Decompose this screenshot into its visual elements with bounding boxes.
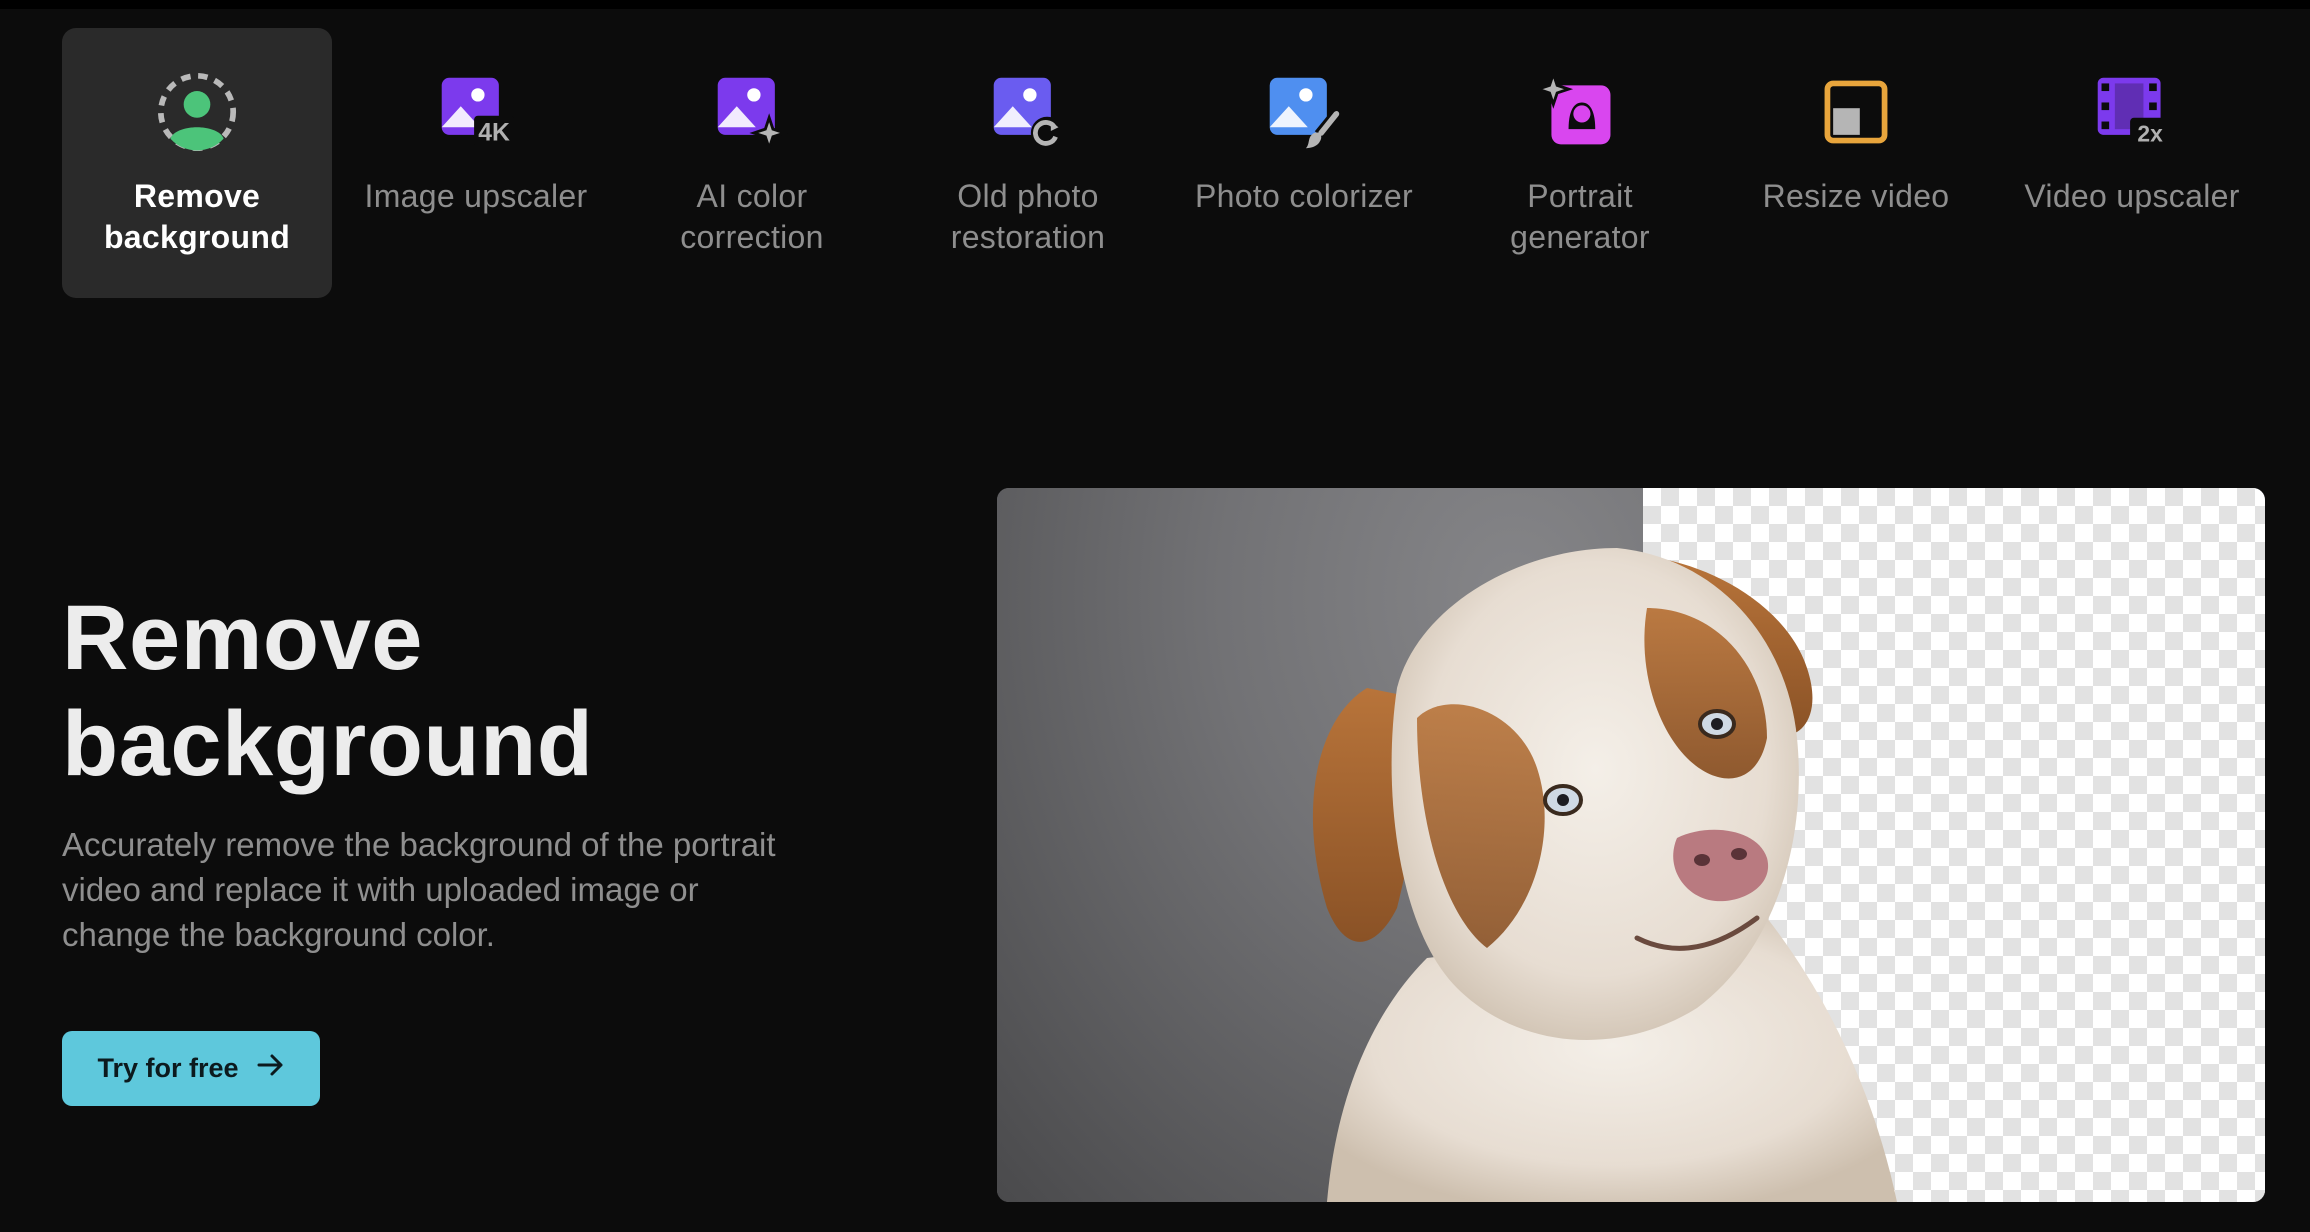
- tab-label: Old photo restoration: [950, 178, 1106, 255]
- try-for-free-button[interactable]: Try for free: [62, 1031, 320, 1106]
- tab-old-photo-restoration[interactable]: Old photo restoration: [890, 28, 1166, 298]
- tool-tabs: Remove background 4K Image upscaler AI c…: [62, 28, 2270, 298]
- tab-label: Remove background: [103, 178, 291, 255]
- hero-description: Accurately remove the background of the …: [62, 826, 776, 953]
- image-upscaler-4k-icon: 4K: [436, 72, 516, 152]
- tab-label: Resize video: [1762, 178, 1950, 214]
- remove-background-icon: [157, 72, 237, 152]
- old-photo-restoration-icon: [988, 72, 1068, 152]
- tab-ai-color-correction[interactable]: AI color correction: [614, 28, 890, 298]
- tab-remove-background[interactable]: Remove background: [62, 28, 332, 298]
- page-title: Remove background: [62, 587, 594, 795]
- before-after-preview: [997, 488, 2265, 1202]
- tab-resize-video[interactable]: Resize video: [1718, 28, 1994, 298]
- tab-label: AI color correction: [680, 178, 824, 255]
- cta-label: Try for free: [97, 1053, 239, 1083]
- arrow-right-icon: [257, 1053, 285, 1084]
- svg-text:4K: 4K: [478, 120, 510, 147]
- video-upscaler-2x-icon: 2x: [2092, 72, 2172, 152]
- tab-portrait-generator[interactable]: Portrait generator: [1442, 28, 1718, 298]
- tab-photo-colorizer[interactable]: Photo colorizer: [1166, 28, 1442, 298]
- photo-colorizer-icon: [1264, 72, 1344, 152]
- tab-label: Video upscaler: [2024, 178, 2240, 214]
- resize-video-icon: [1816, 72, 1896, 152]
- tab-image-upscaler[interactable]: 4K Image upscaler: [338, 28, 614, 298]
- ai-color-correction-icon: [712, 72, 792, 153]
- svg-text:2x: 2x: [2137, 121, 2163, 147]
- tab-label: Portrait generator: [1510, 178, 1650, 255]
- portrait-generator-icon: [1540, 70, 1620, 152]
- tab-label: Photo colorizer: [1195, 178, 1413, 214]
- dog-portrait: [1312, 548, 1897, 1202]
- tab-video-upscaler[interactable]: 2x Video upscaler: [1994, 28, 2270, 298]
- top-edge-strip: [0, 0, 2310, 9]
- tab-label: Image upscaler: [364, 178, 588, 214]
